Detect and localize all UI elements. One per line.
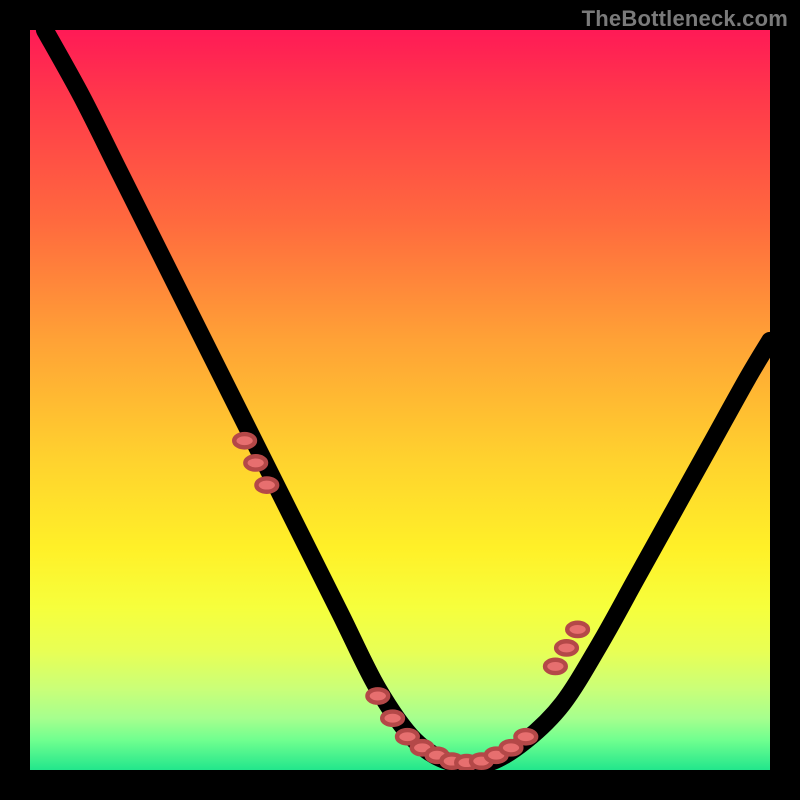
data-point xyxy=(382,712,403,725)
data-point xyxy=(567,623,588,636)
chart-overlay xyxy=(30,30,770,770)
data-point xyxy=(367,689,388,702)
data-point xyxy=(545,660,566,673)
data-point xyxy=(515,730,536,743)
bottleneck-curve xyxy=(45,30,770,765)
data-point xyxy=(245,456,266,469)
watermark-text: TheBottleneck.com xyxy=(582,6,788,32)
outer-frame: TheBottleneck.com xyxy=(0,0,800,800)
plot-area xyxy=(30,30,770,770)
data-point xyxy=(556,641,577,654)
data-point xyxy=(256,478,277,491)
highlighted-points xyxy=(234,434,588,769)
data-point xyxy=(234,434,255,447)
